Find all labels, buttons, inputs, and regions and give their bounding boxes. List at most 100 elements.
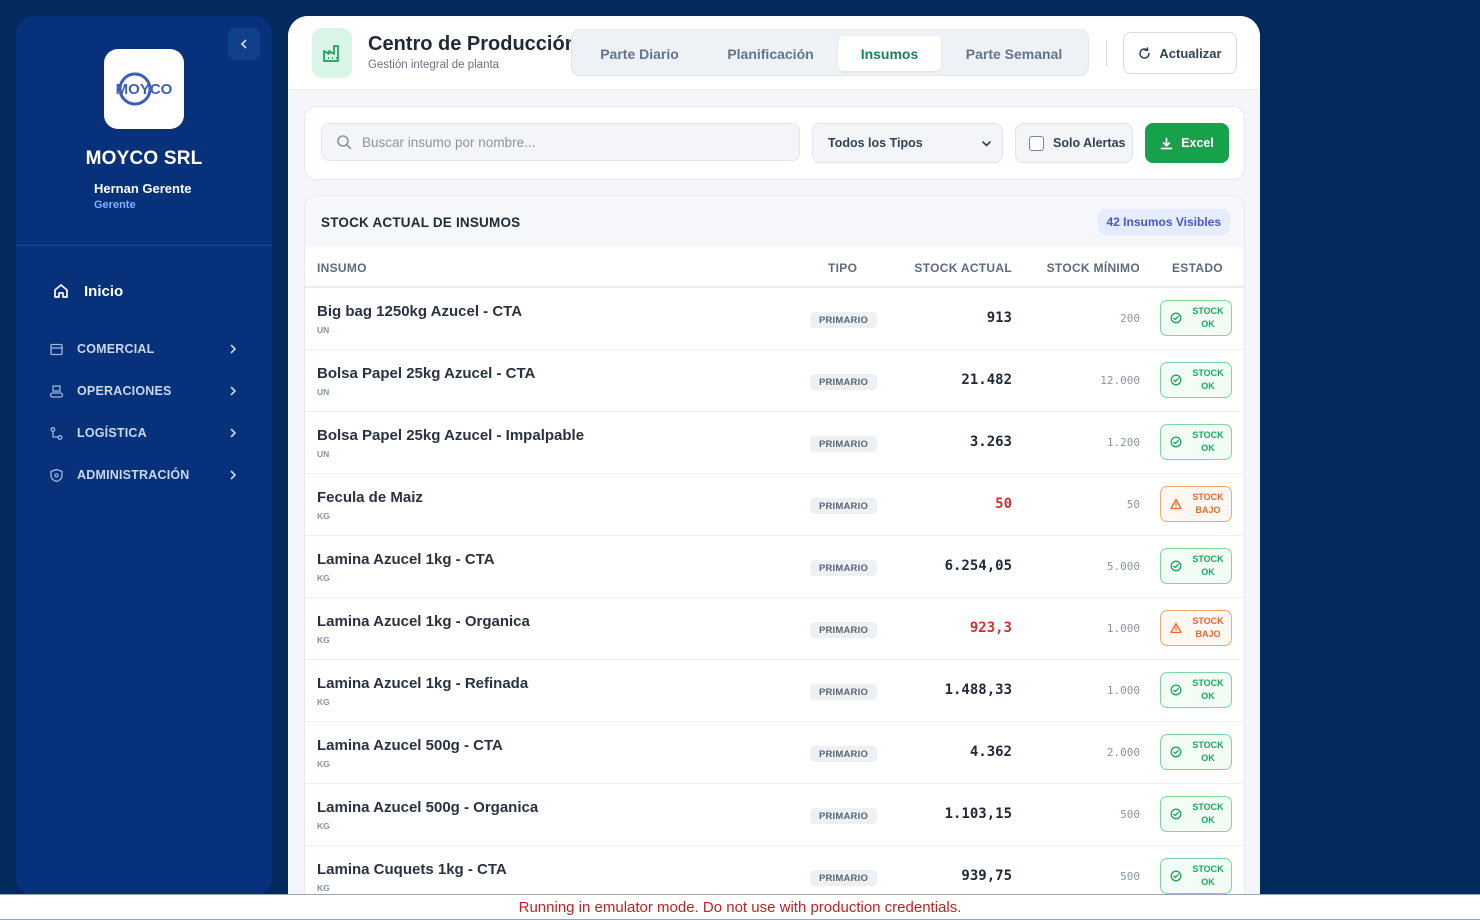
settings-shield-icon	[48, 467, 64, 483]
sidebar: MOYCO MOYCO SRL Hernan Gerente Gerente I…	[16, 16, 272, 896]
table-row[interactable]: Fecula de Maiz KG PRIMARIO 50 50 STOCK BAJO	[305, 474, 1244, 536]
sidebar-item-logistica[interactable]: LOGÍSTICA	[48, 425, 238, 441]
insumo-name: Lamina Azucel 1kg - Organica	[317, 613, 530, 630]
search-input[interactable]	[362, 134, 782, 150]
stock-actual: 913	[986, 310, 1012, 326]
refresh-button[interactable]: Actualizar	[1123, 32, 1237, 74]
insumo-unit: KG	[317, 511, 330, 521]
status-text: STOCK OK	[1192, 864, 1224, 887]
chevron-left-icon	[240, 39, 247, 49]
table-row[interactable]: Bolsa Papel 25kg Azucel - Impalpable UN PR…	[305, 412, 1244, 474]
status-badge: STOCK OK	[1160, 548, 1232, 584]
header-divider	[1106, 40, 1107, 66]
status-badge: STOCK BAJO	[1160, 610, 1232, 646]
check-circle-icon	[1170, 436, 1182, 448]
stock-minimo: 500	[1120, 870, 1140, 883]
collapse-sidebar-button[interactable]	[228, 28, 260, 60]
stock-table-card: STOCK ACTUAL DE INSUMOS 42 Insumos Visib…	[304, 195, 1245, 894]
chevron-right-icon	[230, 470, 237, 480]
insumo-name: Bolsa Papel 25kg Azucel - CTA	[317, 365, 536, 382]
stock-actual: 4.362	[969, 744, 1012, 760]
check-circle-icon	[1170, 560, 1182, 572]
table-row[interactable]: Bolsa Papel 25kg Azucel - CTA UN PRIMARIO 2…	[305, 350, 1244, 412]
stock-actual: 6.254,05	[944, 558, 1012, 574]
type-select[interactable]: Todos los Tipos	[812, 123, 1003, 163]
check-circle-icon	[1170, 870, 1182, 882]
user-role: Gerente	[94, 199, 136, 211]
search-box	[321, 123, 800, 161]
type-badge: PRIMARIO	[810, 560, 877, 576]
status-badge: STOCK OK	[1160, 796, 1232, 832]
stock-minimo: 500	[1120, 808, 1140, 821]
stock-actual: 50	[995, 496, 1012, 512]
table-row[interactable]: Big bag 1250kg Azucel - CTA UN PRIMARIO 913…	[305, 288, 1244, 350]
insumo-unit: KG	[317, 573, 330, 583]
check-circle-icon	[1170, 374, 1182, 386]
table-row[interactable]: Lamina Azucel 1kg - Organica KG PRIMARIO 92…	[305, 598, 1244, 660]
column-headers: INSUMO TIPO STOCK ACTUAL STOCK MÍNIMO ES…	[305, 247, 1244, 288]
type-badge: PRIMARIO	[810, 622, 877, 638]
sidebar-item-operaciones[interactable]: OPERACIONES	[48, 383, 238, 399]
check-circle-icon	[1170, 312, 1182, 324]
table-title: STOCK ACTUAL DE INSUMOS	[321, 215, 521, 230]
table-row[interactable]: Lamina Azucel 500g - Organica KG PRIMARIO 1…	[305, 784, 1244, 846]
stock-minimo: 12.000	[1100, 374, 1140, 387]
table-row[interactable]: Lamina Azucel 500g - CTA KG PRIMARIO 4.362 2…	[305, 722, 1244, 784]
chevron-down-icon	[982, 140, 991, 147]
table-row[interactable]: Lamina Azucel 1kg - CTA KG PRIMARIO 6.254,0…	[305, 536, 1244, 598]
count-badge: 42 Insumos Visibles	[1097, 209, 1230, 235]
table-row[interactable]: Lamina Cuquets 1kg - CTA KG PRIMARIO 939,75…	[305, 846, 1244, 894]
insumo-unit: KG	[317, 759, 330, 769]
tab-bar: Parte Diario Planificación Insumos Parte…	[571, 29, 1089, 76]
page-header: Centro de Producción Gestión integral de…	[288, 16, 1260, 90]
type-badge: PRIMARIO	[810, 870, 877, 886]
type-badge: PRIMARIO	[810, 374, 877, 390]
stock-minimo: 1.000	[1106, 684, 1140, 697]
home-icon	[54, 284, 68, 298]
chevron-right-icon	[230, 344, 237, 354]
stock-actual: 923,3	[969, 620, 1012, 636]
tab-planificacion[interactable]: Planificación	[709, 36, 832, 71]
route-icon	[48, 425, 64, 441]
column-header-tipo[interactable]: TIPO	[828, 261, 857, 275]
insumo-unit: UN	[317, 325, 330, 335]
table-row[interactable]: Lamina Azucel 1kg - Refinada KG PRIMARIO 1.…	[305, 660, 1244, 722]
search-icon	[337, 135, 352, 150]
status-badge: STOCK OK	[1160, 858, 1232, 894]
column-header-insumo[interactable]: INSUMO	[317, 261, 367, 275]
tab-insumos[interactable]: Insumos	[838, 36, 941, 71]
tab-parte-semanal[interactable]: Parte Semanal	[948, 36, 1080, 71]
sidebar-item-administracion[interactable]: ADMINISTRACIÓN	[48, 467, 238, 483]
sidebar-item-inicio[interactable]: Inicio	[52, 282, 123, 300]
status-text: STOCK OK	[1192, 368, 1224, 391]
insumo-unit: KG	[317, 697, 330, 707]
page-subtitle: Gestión integral de planta	[368, 59, 500, 71]
stock-minimo: 2.000	[1106, 746, 1140, 759]
export-excel-button[interactable]: Excel	[1145, 123, 1229, 163]
type-select-value: Todos los Tipos	[828, 136, 923, 150]
type-badge: PRIMARIO	[810, 684, 877, 700]
tab-parte-diario[interactable]: Parte Diario	[578, 36, 701, 71]
insumo-name: Bolsa Papel 25kg Azucel - Impalpable	[317, 427, 585, 444]
column-header-estado[interactable]: ESTADO	[1172, 261, 1223, 275]
sidebar-item-comercial[interactable]: COMERCIAL	[48, 341, 238, 357]
column-header-stock-minimo[interactable]: STOCK MÍNIMO	[1047, 261, 1140, 275]
sidebar-divider	[16, 245, 272, 246]
emulator-warning: Running in emulator mode. Do not use wit…	[0, 894, 1480, 920]
warning-triangle-icon	[1170, 622, 1182, 634]
alerts-filter[interactable]: Solo Alertas	[1015, 123, 1133, 163]
status-text: STOCK OK	[1192, 430, 1224, 453]
status-badge: STOCK OK	[1160, 424, 1232, 460]
type-badge: PRIMARIO	[810, 498, 877, 514]
insumo-unit: UN	[317, 387, 330, 397]
column-header-stock-actual[interactable]: STOCK ACTUAL	[914, 261, 1012, 275]
stock-actual: 1.103,15	[944, 806, 1012, 822]
check-circle-icon	[1170, 746, 1182, 758]
alerts-checkbox[interactable]	[1029, 135, 1044, 151]
type-badge: PRIMARIO	[810, 312, 877, 328]
table-body: Big bag 1250kg Azucel - CTA UN PRIMARIO 913…	[305, 288, 1244, 894]
factory-icon	[312, 28, 352, 78]
status-text: STOCK OK	[1192, 554, 1224, 577]
filter-bar: Todos los Tipos Solo Alertas Excel	[304, 106, 1245, 180]
status-badge: STOCK OK	[1160, 672, 1232, 708]
